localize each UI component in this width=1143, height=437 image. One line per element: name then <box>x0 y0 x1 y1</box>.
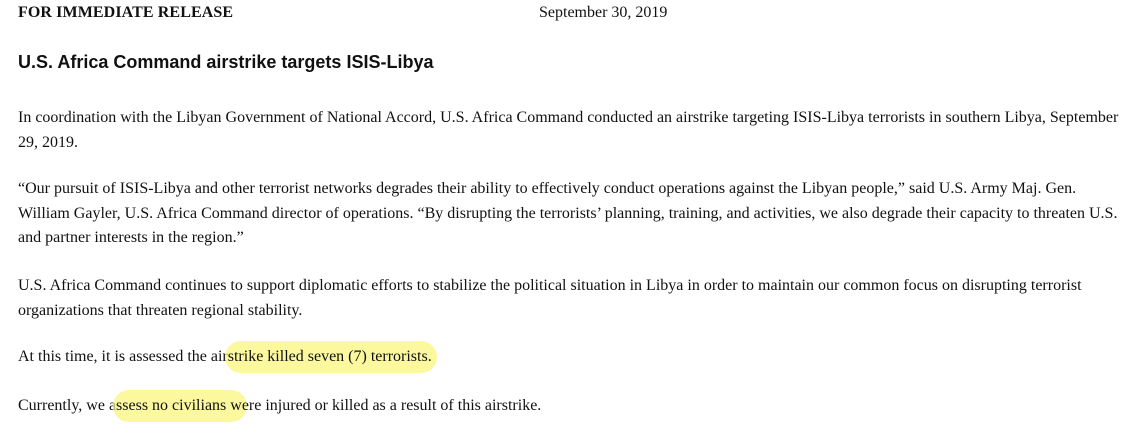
paragraph-civilian-assessment: Currently, we assess no civilians were i… <box>18 390 1130 422</box>
press-release-headline: U.S. Africa Command airstrike targets IS… <box>18 52 434 72</box>
release-date: September 30, 2019 <box>539 4 668 21</box>
paragraph-diplomatic-support: U.S. Africa Command continues to support… <box>18 277 1082 319</box>
paragraph-text: Currently, we a <box>18 397 117 414</box>
highlighted-text: ssess no civilians w <box>113 390 247 422</box>
paragraph-text: ere injured or killed as a result of thi… <box>241 397 542 414</box>
paragraph-text: At this time, it is assessed the air <box>18 348 228 365</box>
release-label: FOR IMMEDIATE RELEASE <box>18 4 234 21</box>
paragraph-casualty-assessment: At this time, it is assessed the airstri… <box>18 341 1130 373</box>
highlighted-text: strike killed seven (7) terrorists. <box>224 341 437 373</box>
paragraph-coordination: In coordination with the Libyan Governme… <box>18 109 1119 151</box>
paragraph-quote: “Our pursuit of ISIS-Libya and other ter… <box>18 180 1118 246</box>
release-header: FOR IMMEDIATE RELEASE September 30, 2019 <box>18 4 1128 26</box>
